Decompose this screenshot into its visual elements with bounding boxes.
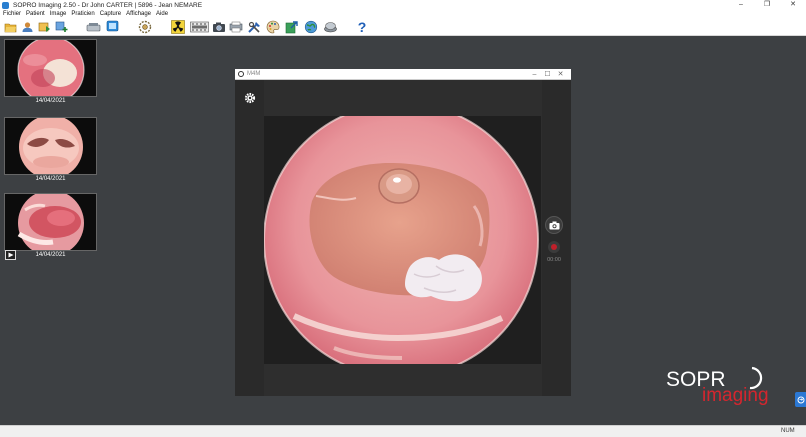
- thumbnail-image[interactable]: [4, 193, 97, 251]
- thumbnail-image[interactable]: [4, 117, 97, 175]
- menu-patient[interactable]: Patient: [26, 11, 45, 17]
- capture-photo-button[interactable]: [545, 216, 563, 234]
- tablet-icon[interactable]: [104, 20, 120, 34]
- dialog-right-panel: [542, 80, 571, 396]
- workspace: 14/04/2021 14/04/2021 14/04/2021 M4M – ☐…: [0, 36, 806, 425]
- menu-fichier[interactable]: Fichier: [3, 11, 21, 17]
- radiation-icon[interactable]: [170, 19, 186, 34]
- thumbnail-sidebar: 14/04/2021 14/04/2021 14/04/2021: [0, 36, 100, 425]
- dialog-close-button[interactable]: ✕: [554, 69, 567, 80]
- dialog-app-icon: [238, 71, 244, 77]
- title-bar: SOPRO Imaging 2.50 - Dr John CARTER | 58…: [0, 0, 806, 10]
- scanner-icon[interactable]: [85, 20, 101, 34]
- menu-bar: Fichier Patient Image Praticien Capture …: [0, 10, 806, 18]
- thumbnail-date: 14/04/2021: [35, 176, 66, 182]
- slideshow-play-button[interactable]: [5, 250, 16, 260]
- toolbar: ?: [0, 18, 806, 36]
- dialog-left-panel: [235, 80, 264, 396]
- dialog-maximize-button[interactable]: ☐: [541, 69, 554, 80]
- thumbnail-item[interactable]: 14/04/2021: [4, 193, 97, 258]
- num-lock-indicator: NUM: [781, 428, 795, 434]
- record-icon: [551, 244, 557, 250]
- minimize-button[interactable]: –: [728, 0, 754, 10]
- dialog-body: 00:00: [235, 80, 571, 396]
- dialog-title: M4M: [247, 71, 261, 77]
- open-folder-icon[interactable]: [3, 20, 17, 34]
- menu-image[interactable]: Image: [50, 11, 67, 17]
- window-controls: – ❐ ✕: [728, 0, 806, 10]
- app-icon: [2, 1, 9, 9]
- palette-icon[interactable]: [265, 20, 281, 34]
- export-icon[interactable]: [284, 20, 300, 34]
- menu-aide[interactable]: Aide: [156, 11, 168, 17]
- maximize-button[interactable]: ❐: [754, 0, 780, 10]
- thumbnail-date: 14/04/2021: [35, 252, 66, 258]
- dialog-window-controls: – ☐ ✕: [528, 69, 567, 80]
- settings-button[interactable]: [243, 91, 256, 104]
- speaker-icon[interactable]: [322, 20, 338, 34]
- play-icon: [8, 252, 13, 258]
- svg-text:?: ?: [358, 20, 367, 34]
- capture-dialog: M4M – ☐ ✕ 00:00: [235, 69, 571, 396]
- settings-wheel-icon[interactable]: [137, 20, 153, 34]
- gear-icon: [244, 92, 255, 103]
- window-title: SOPRO Imaging 2.50 - Dr John CARTER | 58…: [13, 1, 203, 9]
- sopro-imaging-logo: SOPR imaging: [664, 366, 794, 408]
- photo-print-icon[interactable]: [229, 20, 243, 34]
- dialog-title-bar: M4M – ☐ ✕: [235, 69, 571, 80]
- patient-icon[interactable]: [20, 20, 34, 34]
- thumbnail-image[interactable]: [4, 39, 97, 97]
- camera-icon[interactable]: [212, 20, 226, 34]
- close-button[interactable]: ✕: [780, 0, 806, 10]
- globe-icon[interactable]: [303, 20, 319, 34]
- menu-praticien[interactable]: Praticien: [71, 11, 94, 17]
- record-timer: 00:00: [547, 257, 561, 263]
- help-icon[interactable]: ?: [355, 20, 369, 34]
- sync-icon: [797, 396, 804, 403]
- dialog-minimize-button[interactable]: –: [528, 69, 541, 80]
- status-bar: NUM: [0, 425, 806, 437]
- add-image-icon[interactable]: [54, 20, 68, 34]
- record-video-button[interactable]: [548, 241, 560, 253]
- import-icon[interactable]: [37, 20, 51, 34]
- thumbnail-item[interactable]: 14/04/2021: [4, 117, 97, 182]
- thumbnail-item[interactable]: 14/04/2021: [4, 39, 97, 104]
- thumbnail-date: 14/04/2021: [35, 98, 66, 104]
- menu-capture[interactable]: Capture: [100, 11, 121, 17]
- live-camera-view[interactable]: [264, 116, 541, 364]
- menu-affichage[interactable]: Affichage: [126, 11, 151, 17]
- side-panel-toggle[interactable]: [795, 392, 806, 407]
- tools-icon[interactable]: [246, 20, 262, 34]
- camera-icon: [549, 221, 559, 229]
- film-icon[interactable]: [189, 20, 209, 34]
- logo-imaging-text: imaging: [702, 385, 769, 406]
